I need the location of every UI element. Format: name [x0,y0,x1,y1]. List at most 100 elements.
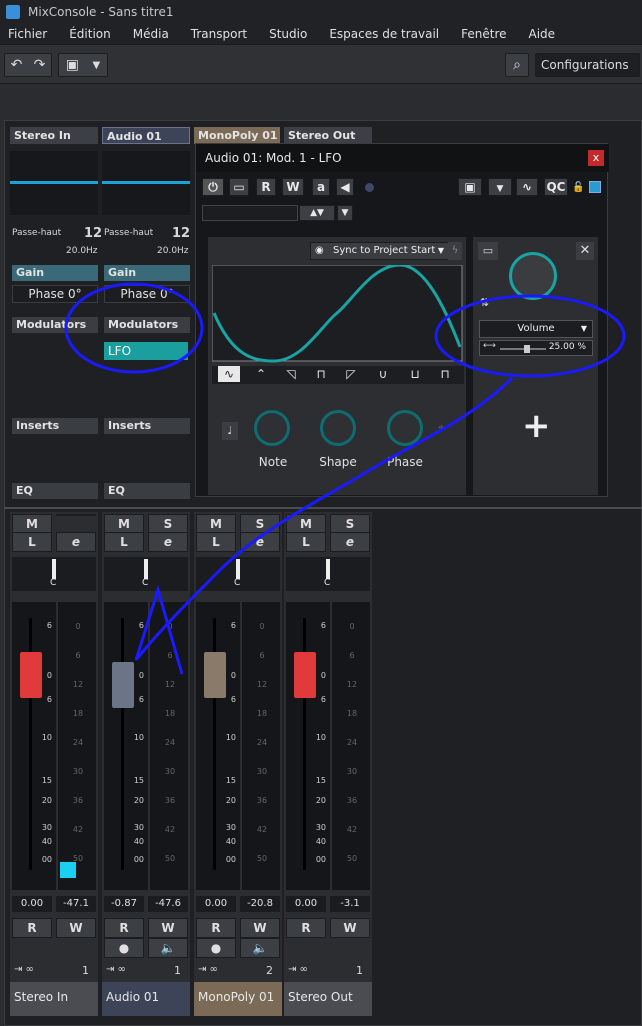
remove-target-icon[interactable]: ✕ [576,242,594,260]
meter-peak-value[interactable]: -47.1 [56,896,96,912]
channel-header-stereo-out[interactable]: Stereo Out [284,127,372,144]
menu-studio[interactable]: Studio [269,27,307,41]
fader-value[interactable]: -0.87 [104,896,144,912]
gain-slider[interactable]: Gain [12,265,98,281]
mute-button[interactable]: M [12,514,52,534]
shape-step-icon[interactable]: ⊓ [434,366,456,382]
meter-peak-value[interactable]: -20.8 [240,896,280,912]
search-button[interactable]: ⌕ [505,53,529,77]
amount-thumb[interactable] [524,345,530,353]
menu-espaces[interactable]: Espaces de travail [329,27,439,41]
shape-square-icon[interactable]: ⊓ [310,366,332,382]
note-icon[interactable]: ♩ [222,422,238,440]
snapshot-button[interactable]: ▣ [458,178,482,196]
fader-value[interactable]: 0.00 [196,896,236,912]
filter-value[interactable]: 20.0Hz [157,246,189,256]
polarity-icon[interactable]: ⇅ [480,296,494,310]
solo-button[interactable]: S [330,514,370,534]
read-button[interactable]: R [286,918,326,938]
meter-peak-value[interactable]: -3.1 [330,896,370,912]
mute-button[interactable]: M [104,514,144,534]
record-button[interactable]: ● [104,938,144,958]
eq-header[interactable]: EQ [12,483,98,499]
menu-fichier[interactable]: Fichier [8,27,47,41]
record-button[interactable]: ● [196,938,236,958]
channel-name-bottom[interactable]: MonoPoly 01 [194,982,282,1016]
write-button[interactable]: W [240,918,280,938]
channel-name-bottom[interactable]: Stereo Out [284,982,372,1016]
add-target-icon[interactable]: + [522,406,551,446]
channel-header-stereo-in[interactable]: Stereo In [10,127,98,144]
mute-button[interactable]: M [196,514,236,534]
edit-button[interactable]: e [330,532,370,552]
menu-edition[interactable]: Édition [69,27,111,41]
preset-field[interactable] [202,205,298,221]
target-dropdown[interactable]: Volume ▼ [479,320,593,338]
monitor-button[interactable]: 🔈 [240,938,280,958]
fader-value[interactable]: 0.00 [12,896,52,912]
power-button[interactable]: ⏻ [202,178,224,196]
shape-triangle-icon[interactable]: ⌃ [250,366,272,382]
read-button[interactable]: R [12,918,52,938]
listen-button[interactable]: L [196,532,236,552]
redo-icon[interactable]: ↷ [34,57,46,73]
bypass-button[interactable]: ▭ [229,178,249,196]
back-button[interactable]: ◀ [336,178,354,196]
fader-area[interactable] [104,602,148,890]
phase-knob[interactable] [387,410,423,446]
undo-icon[interactable]: ↶ [11,57,23,73]
configurations-button[interactable]: Configurations [535,53,640,77]
amount-slider[interactable]: ⟷ 25.00 % [479,340,593,356]
write-button[interactable]: W [330,918,370,938]
write-button[interactable]: W [56,918,96,938]
shape-sine-icon[interactable]: ∿ [218,366,240,382]
write-button[interactable]: W [148,918,188,938]
menu-aide[interactable]: Aide [529,27,556,41]
modulators-header[interactable]: Modulators [12,317,98,333]
fader-area[interactable] [286,602,330,890]
menu-transport[interactable]: Transport [191,27,247,41]
inserts-header[interactable]: Inserts [104,418,190,434]
auto-button[interactable]: a [312,178,330,196]
phase-button[interactable]: Phase 0° [12,285,98,303]
read-button[interactable]: R [196,918,236,938]
listen-button[interactable]: L [12,532,52,552]
shape-saw-icon[interactable]: ◹ [280,366,302,382]
fader-value[interactable]: 0.00 [286,896,326,912]
shape-curve-icon[interactable]: ∪ [372,366,394,382]
snapshot-button[interactable]: ▣ ▼ [58,53,108,77]
eq-header[interactable]: EQ [104,483,190,499]
note-knob[interactable] [254,410,290,446]
channel-header-monopoly-01[interactable]: MonoPoly 01 [194,127,280,144]
inserts-header[interactable]: Inserts [12,418,98,434]
sync-dropdown[interactable]: ◉ Sync to Project Start ▼ [310,242,450,260]
solo-button[interactable]: S [240,514,280,534]
listen-button[interactable]: L [104,532,144,552]
shape-pulse-icon[interactable]: ⊔ [404,366,426,382]
activity-button[interactable]: ∿ [516,178,538,196]
fader-area[interactable] [12,602,56,890]
mute-button[interactable]: M [286,514,326,534]
preset-menu[interactable]: ▼ [337,205,353,221]
preset-dropdown[interactable]: ▼ [488,178,512,196]
write-button[interactable]: W [282,178,304,196]
phase-button[interactable]: Phase 0° [104,285,190,303]
preset-nav[interactable]: ▲▼ [299,205,335,221]
amount-knob[interactable] [509,252,557,300]
channel-name-bottom[interactable]: Stereo In [10,982,98,1016]
lfo-slot[interactable]: LFO [104,342,188,360]
close-button[interactable]: x [588,150,604,166]
solo-button[interactable]: S [148,514,188,534]
channel-header-audio-01[interactable]: Audio 01 [102,127,190,144]
link-icon[interactable]: ⌖ [438,420,445,435]
meter-peak-value[interactable]: -47.6 [148,896,188,912]
edit-button[interactable]: e [56,532,96,552]
color-swatch[interactable] [589,181,601,193]
fader-area[interactable] [196,602,240,890]
target-bypass-icon[interactable]: ▭ [478,242,498,260]
edit-button[interactable]: e [148,532,188,552]
modulators-header[interactable]: Modulators [104,317,190,333]
shape-knob[interactable] [320,410,356,446]
channel-name-bottom[interactable]: Audio 01 [102,982,190,1016]
read-button[interactable]: R [104,918,144,938]
